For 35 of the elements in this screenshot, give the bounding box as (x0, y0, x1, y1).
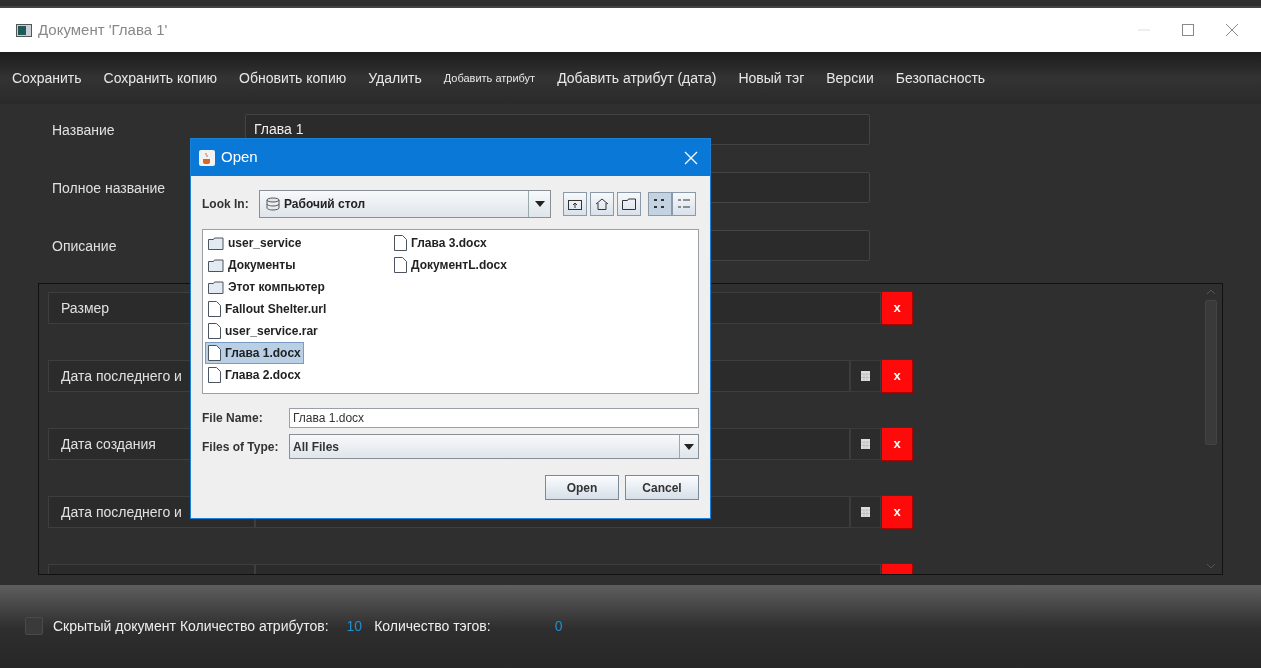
delete-button[interactable]: x (881, 495, 913, 529)
menu-item[interactable]: Сохранить копию (103, 67, 217, 89)
delete-button[interactable]: x (881, 291, 913, 325)
delete-button[interactable]: x (881, 427, 913, 461)
menu-item[interactable]: Версии (826, 67, 874, 89)
dialog-title: Open (221, 147, 258, 168)
window-title: Документ 'Глава 1' (38, 19, 168, 40)
file-type-dropdown[interactable]: All Files (289, 434, 699, 459)
delete-button[interactable]: x (881, 359, 913, 393)
attribute-count-label: Количество атрибутов: (179, 616, 329, 636)
menu-item[interactable]: Добавить атрибут (дата) (557, 67, 717, 89)
menu-item[interactable]: Удалить (368, 67, 422, 89)
look-in-dropdown[interactable]: Рабочий стол (259, 190, 551, 218)
file-item[interactable]: Глава 1.docx (205, 342, 304, 364)
field-label: Описание (52, 237, 117, 254)
attribute-count: 10 (346, 616, 363, 636)
dialog-button[interactable]: Open (545, 475, 619, 500)
menu-item[interactable]: Обновить копию (239, 67, 347, 89)
menu-item[interactable]: Сохранить (12, 67, 82, 89)
menu-item[interactable]: Добавить атрибут (443, 69, 536, 87)
field-label: Название (52, 121, 115, 138)
file-item[interactable]: Документы (205, 254, 299, 276)
menu-item[interactable]: Новый тэг (738, 67, 805, 89)
look-in-label: Look In: (202, 196, 250, 213)
checkbox-label: Скрытый документ (53, 616, 176, 636)
file-name-field[interactable]: Глава 1.docx (289, 408, 699, 428)
tag-count: 0 (554, 616, 563, 636)
file-name-label: File Name: (202, 410, 264, 427)
file-item[interactable]: user_service (205, 232, 305, 254)
field-label: Полное название (52, 179, 166, 196)
file-item[interactable]: ДокументL.docx (391, 254, 510, 276)
file-item[interactable]: Глава 3.docx (391, 232, 490, 254)
dialog-button[interactable]: Cancel (625, 475, 699, 500)
menu-item[interactable]: Безопасность (895, 67, 986, 89)
tag-count-label: Количество тэгов: (374, 616, 491, 636)
